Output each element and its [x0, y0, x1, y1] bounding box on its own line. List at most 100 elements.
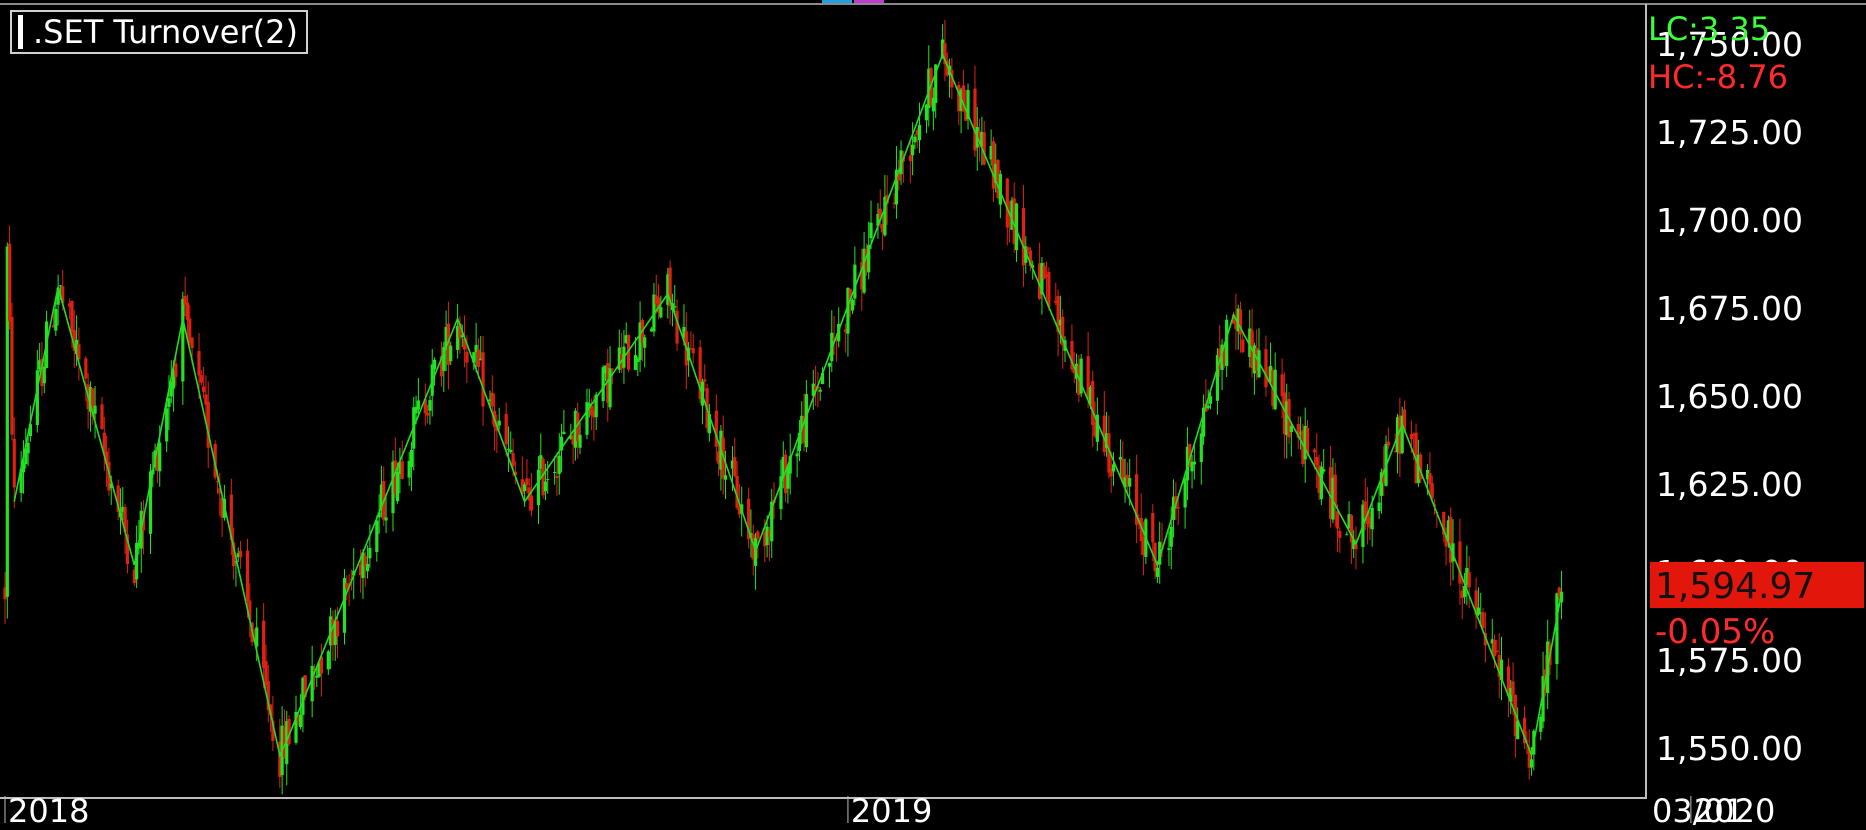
candle-body	[1169, 526, 1173, 547]
candle-body	[917, 124, 922, 141]
candle-body	[54, 308, 58, 331]
candle	[562, 409, 566, 435]
candle-body	[525, 478, 529, 486]
candle-body	[578, 434, 582, 448]
candle	[77, 327, 81, 381]
candle	[982, 120, 986, 166]
candle-body	[506, 448, 511, 450]
candle	[202, 366, 206, 399]
candle	[643, 334, 647, 368]
candle	[1289, 421, 1293, 457]
x-tick-label: 2019	[851, 792, 932, 823]
candle	[1322, 448, 1326, 475]
candle-body	[1492, 639, 1497, 657]
candle	[342, 569, 347, 645]
candle-body	[165, 408, 169, 442]
candle-body	[100, 404, 104, 430]
candle	[668, 260, 672, 325]
candle-body	[1511, 681, 1515, 696]
chart-title-box[interactable]: .SET Turnover(2)	[10, 10, 308, 54]
candle-body	[10, 317, 14, 435]
candle-body	[299, 714, 303, 728]
candle	[382, 466, 386, 527]
candle-body	[181, 298, 185, 382]
candle-body	[818, 389, 822, 392]
candle-body	[536, 469, 541, 506]
candle	[1135, 454, 1139, 544]
candle-body	[673, 306, 677, 308]
time-axis: 2018 2019 2020	[4, 792, 1775, 823]
hc-indicator: HC:-8.76	[1648, 58, 1788, 96]
candle	[1040, 256, 1044, 315]
zigzag-line	[13, 52, 1563, 758]
candle-body	[853, 264, 857, 299]
candle	[747, 487, 751, 549]
candle	[1555, 592, 1559, 680]
candle-body	[1264, 349, 1268, 388]
candle-body	[185, 302, 190, 320]
x-tick-label: 2018	[8, 792, 89, 823]
candle	[689, 331, 693, 350]
price-axis: 1,750.001,725.001,700.001,675.001,650.00…	[1656, 25, 1803, 768]
candle-body	[585, 402, 589, 435]
candle-body	[174, 363, 178, 377]
candle-body	[409, 449, 414, 468]
candle-body	[1386, 441, 1390, 446]
candle-body	[1289, 425, 1293, 432]
candle-body	[42, 366, 46, 384]
candle-body	[1167, 548, 1171, 550]
candle-body	[1335, 511, 1340, 529]
candle-body	[1377, 502, 1381, 511]
candle	[1499, 636, 1504, 701]
candle-body	[262, 620, 266, 668]
y-tick-label: 1,625.00	[1656, 465, 1803, 504]
candle-body	[190, 337, 194, 349]
candle-body	[465, 351, 469, 363]
candle-body	[426, 412, 430, 416]
y-tick-label: 1,550.00	[1656, 729, 1803, 768]
candle-body	[1091, 380, 1095, 426]
drag-grip-icon[interactable]	[18, 15, 23, 49]
candlestick-chart[interactable]: 1,750.001,725.001,700.001,675.001,650.00…	[0, 0, 1866, 823]
candle	[1474, 577, 1478, 630]
candle-body	[913, 136, 917, 143]
candle-body	[416, 400, 420, 410]
candle-body	[703, 379, 707, 382]
candle	[1527, 729, 1531, 780]
candle-body	[1005, 178, 1009, 228]
candle	[827, 362, 832, 388]
candle-body	[199, 375, 203, 383]
y-tick-label: 1,725.00	[1656, 113, 1803, 152]
candle-body	[827, 363, 832, 367]
candle-body	[497, 420, 501, 426]
candle	[691, 333, 695, 364]
candle-body	[869, 222, 873, 239]
candle-body	[476, 349, 481, 368]
candle-body	[1345, 534, 1349, 536]
candle-body	[1155, 567, 1159, 577]
candle-body	[529, 495, 534, 511]
candle	[100, 396, 104, 430]
candle-body	[1199, 433, 1203, 463]
candle-body	[1183, 478, 1187, 508]
candle-body	[546, 479, 550, 481]
candle-body	[911, 144, 915, 156]
chart-title: .SET Turnover(2)	[33, 13, 298, 51]
candle-body	[490, 392, 494, 407]
candle	[423, 383, 427, 426]
candle-body	[1312, 449, 1317, 453]
lc-indicator: LC:3.35	[1648, 10, 1771, 48]
candle-body	[167, 398, 171, 408]
candle-body	[245, 550, 250, 601]
candle-body	[84, 358, 88, 379]
candle-body	[1428, 472, 1432, 484]
candle-body	[8, 243, 12, 322]
candle-body	[1176, 507, 1180, 509]
candle-body	[428, 400, 432, 411]
candle-body	[555, 475, 559, 479]
candle	[1354, 526, 1358, 570]
candle-body	[982, 132, 986, 165]
candle-body	[1322, 469, 1326, 472]
candle	[1338, 527, 1342, 553]
candle-body	[1192, 461, 1196, 465]
